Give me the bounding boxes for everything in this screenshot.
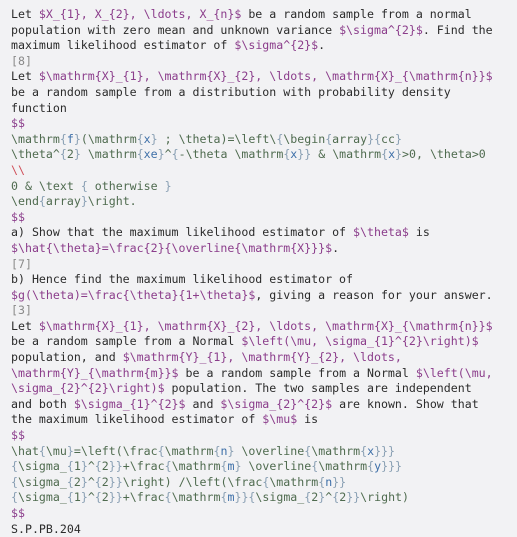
document-line: function	[11, 101, 517, 117]
document-line: {\sigma_{1}^{2}}+\frac{\mathrm{m} \overl…	[11, 459, 517, 475]
plain-text: Let	[11, 69, 39, 84]
document-line: \end{array}\right.	[11, 194, 517, 210]
inline-math: $\left(\mu,	[415, 365, 493, 380]
inline-math: $\theta$	[353, 225, 409, 240]
document-line: population, and $\mathrm{Y}_{1}, \mathrm…	[11, 350, 517, 366]
marks-label: [3]	[11, 303, 32, 318]
document-line: Let $\mathrm{X}_{1}, \mathrm{X}_{2}, \ld…	[11, 319, 517, 335]
document-text: Let $X_{1}, X_{2}, \ldots, X_{n}$ be a r…	[0, 0, 517, 537]
plain-text: , giving a reason for your answer.	[255, 287, 493, 302]
document-line: maximum likelihood estimator of $\sigma^…	[11, 38, 517, 54]
inline-math: $\sigma^{2}$	[234, 38, 319, 53]
plain-text: maximum likelihood estimator of	[11, 38, 235, 53]
document-line: \sigma_{2}^{2}\right)$ population. The t…	[11, 381, 517, 397]
plain-text: S.P.PB.204	[11, 521, 81, 536]
inline-math: \mathrm{Y}_{\mathrm{m}}$	[11, 365, 179, 380]
plain-text: Let	[11, 318, 39, 333]
document-line: a) Show that the maximum likelihood esti…	[11, 225, 517, 241]
plain-text: be a random sample from a Normal	[178, 365, 416, 380]
document-line: \\	[11, 163, 517, 179]
marks-label: [7]	[11, 256, 32, 271]
document-line: [3]	[11, 303, 517, 319]
plain-text: is	[408, 225, 430, 240]
plain-text: be a random sample from a distribution w…	[11, 84, 451, 99]
document-line: and both $\sigma_{1}^{2}$ and $\sigma_{2…	[11, 397, 517, 413]
document-line: $$	[11, 428, 517, 444]
inline-math: $g(\theta)=\frac{\theta}{1+\theta}$	[11, 287, 256, 302]
line-break-token: \\	[11, 162, 25, 177]
inline-math: $\mathrm{Y}_{1}, \mathrm{Y}_{2}, \ldots,	[122, 350, 402, 365]
document-line: \theta^{2} \mathrm{xe}^{-\theta \mathrm{…	[11, 147, 517, 163]
plain-text: a) Show that the maximum likelihood esti…	[11, 225, 354, 240]
inline-math: $\sigma_{2}^{2}$	[220, 396, 333, 411]
display-math-delimiter: $$	[11, 116, 25, 131]
document-line: \hat{\mu}=\left(\frac{\mathrm{n} \overli…	[11, 444, 517, 460]
inline-math: \sigma_{2}^{2}\right)$	[11, 381, 165, 396]
display-math: \mathrm{f}(\mathrm{x} ; \theta)=\left\{\…	[11, 131, 402, 146]
document-line: {\sigma_{1}^{2}}+\frac{\mathrm{m}}{\sigm…	[11, 490, 517, 506]
plain-text: Let	[11, 7, 39, 21]
plain-text: function	[11, 100, 67, 115]
document-line: [7]	[11, 257, 517, 273]
plain-text: and both	[11, 396, 74, 411]
inline-math: $\hat{\theta}=\frac{2}{\overline{\mathrm…	[11, 240, 333, 255]
document-line: population with zero mean and unknown va…	[11, 23, 517, 39]
display-math: {\sigma_{1}^{2}}+\frac{\mathrm{m} \overl…	[11, 459, 403, 474]
plain-text: .	[332, 240, 340, 255]
plain-text: is	[297, 412, 319, 427]
document-line: $$	[11, 116, 517, 132]
plain-text: population. The two samples are independ…	[164, 381, 472, 396]
display-math: {\sigma_{2}^{2}}\right) /\left(\frac{\ma…	[11, 474, 347, 489]
document-line: $g(\theta)=\frac{\theta}{1+\theta}$, giv…	[11, 288, 517, 304]
plain-text: population, and	[11, 350, 123, 365]
plain-text: b) Hence find the maximum likelihood est…	[11, 272, 354, 287]
display-math: {\sigma_{1}^{2}}+\frac{\mathrm{m}}{\sigm…	[11, 490, 410, 505]
plain-text: .	[318, 38, 326, 53]
plain-text: be a random sample from a Normal	[11, 334, 242, 349]
document-line: Let $\mathrm{X}_{1}, \mathrm{X}_{2}, \ld…	[11, 69, 517, 85]
display-math: \hat{\mu}=\left(\frac{\mathrm{n} \overli…	[11, 443, 396, 458]
plain-text: population with zero mean and unknown va…	[11, 22, 340, 37]
inline-math: $\mu$	[262, 412, 298, 427]
document-line: $$	[11, 506, 517, 522]
inline-math: $\mathrm{X}_{1}, \mathrm{X}_{2}, \ldots,…	[38, 69, 493, 84]
document-line: \mathrm{f}(\mathrm{x} ; \theta)=\left\{\…	[11, 132, 517, 148]
document-line: be a random sample from a distribution w…	[11, 85, 517, 101]
plain-text: and	[185, 396, 221, 411]
plain-text: . Find the	[422, 22, 493, 37]
document-line: Let $X_{1}, X_{2}, \ldots, X_{n}$ be a r…	[11, 7, 517, 23]
document-line: $\hat{\theta}=\frac{2}{\overline{\mathrm…	[11, 241, 517, 257]
document-line: $$	[11, 210, 517, 226]
plain-text: are known. Show that	[332, 396, 479, 411]
display-math-delimiter: $$	[11, 209, 25, 224]
inline-math: $\left(\mu, \sigma_{1}^{2}\right)$	[241, 334, 479, 349]
display-math-delimiter: $$	[11, 428, 25, 443]
document-line: [8]	[11, 54, 517, 70]
marks-label: [8]	[11, 53, 32, 68]
display-math-delimiter: $$	[11, 506, 25, 520]
document-line: the maximum likelihood estimator of $\mu…	[11, 412, 517, 428]
display-math: \theta^{2} \mathrm{xe}^{-\theta \mathrm{…	[11, 147, 486, 162]
document-line: 0 & \text { otherwise }	[11, 179, 517, 195]
plain-text: the maximum likelihood estimator of	[11, 412, 263, 427]
document-line: b) Hence find the maximum likelihood est…	[11, 272, 517, 288]
inline-math: $\sigma^{2}$	[339, 22, 423, 37]
inline-math: $\mathrm{X}_{1}, \mathrm{X}_{2}, \ldots,…	[38, 318, 493, 333]
document-line: be a random sample from a Normal $\left(…	[11, 334, 517, 350]
inline-math: $\sigma_{1}^{2}$	[73, 396, 186, 411]
display-math: 0 & \text { otherwise }	[11, 178, 172, 193]
inline-math: $X_{1}, X_{2}, \ldots, X_{n}$	[38, 7, 242, 21]
display-math: \end{array}\right.	[11, 194, 137, 209]
document-line: {\sigma_{2}^{2}}\right) /\left(\frac{\ma…	[11, 475, 517, 491]
plain-text: be a random sample from a normal	[241, 7, 472, 21]
document-line: \mathrm{Y}_{\mathrm{m}}$ be a random sam…	[11, 366, 517, 382]
